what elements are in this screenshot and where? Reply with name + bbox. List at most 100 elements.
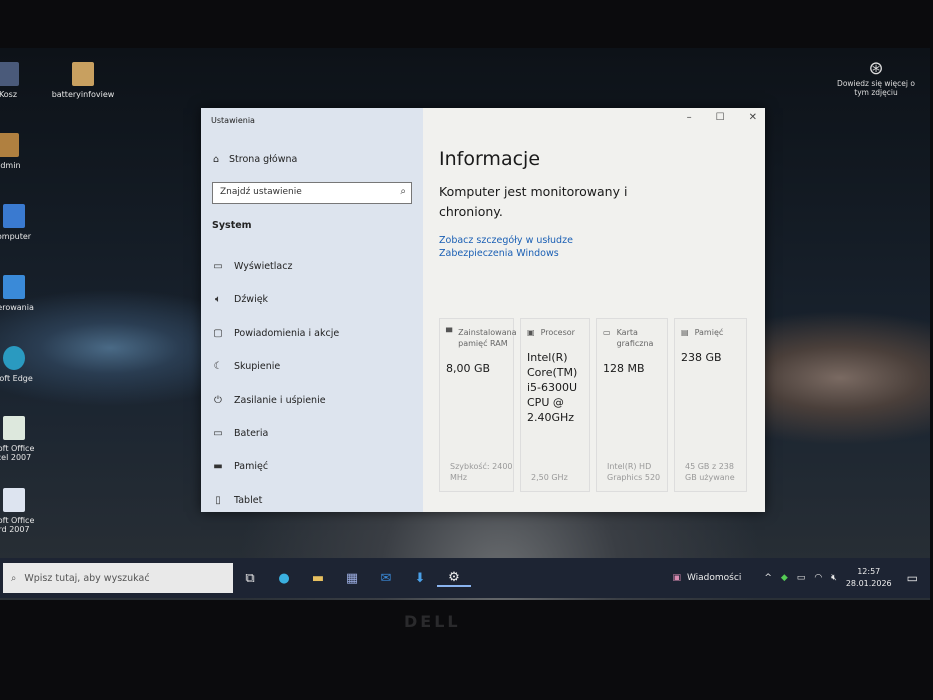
card-label: Karta graficzna bbox=[616, 328, 654, 348]
home-icon: ⌂ bbox=[213, 154, 220, 165]
search-placeholder: Wpisz tutaj, aby wyszukać bbox=[24, 572, 150, 584]
card-value: 238 GB bbox=[681, 351, 722, 364]
chevron-up-icon[interactable]: ^ bbox=[764, 573, 772, 583]
storage-icon: ▬ bbox=[213, 461, 223, 472]
card-footer: Szybkość: 2400 MHz bbox=[450, 462, 513, 482]
processor-icon: ▣ bbox=[527, 328, 535, 337]
search-icon: ⌕ bbox=[11, 572, 17, 584]
battery-icon[interactable]: ▭ bbox=[797, 573, 806, 583]
clock[interactable]: 12:57 28.01.2026 bbox=[846, 566, 892, 590]
desktop-icon-recycle-bin[interactable]: Kosz bbox=[0, 62, 48, 99]
icon-label: soft Office rd 2007 bbox=[0, 516, 35, 534]
taskbar-search-input[interactable]: ⌕ Wpisz tutaj, aby wyszukać bbox=[3, 563, 233, 593]
maximize-button[interactable]: ☐ bbox=[716, 112, 725, 123]
storage-icon: ▤ bbox=[681, 328, 689, 337]
file-explorer-button[interactable]: ▬ bbox=[301, 571, 335, 586]
settings-sidebar: Ustawienia ⌂ Strona główna Znajdź ustawie… bbox=[201, 108, 423, 512]
icon-label: soft Edge bbox=[0, 374, 33, 383]
home-label: Strona główna bbox=[229, 154, 298, 165]
processor-card: ▣ Procesor Intel(R) Core(TM) i5-6300U CPU … bbox=[520, 318, 590, 492]
wifi-icon[interactable]: ◠ bbox=[814, 573, 822, 583]
card-label: Pamięć bbox=[694, 328, 724, 337]
card-value: 128 MB bbox=[603, 362, 645, 375]
store-button[interactable]: ▦ bbox=[335, 571, 369, 586]
card-footer: 2,50 GHz bbox=[531, 473, 568, 482]
search-placeholder: Znajdź ustawienie bbox=[220, 187, 302, 197]
desktop-icon-control-panel[interactable]: terowania bbox=[0, 275, 54, 312]
desktop-icon-computer[interactable]: omputer bbox=[0, 204, 54, 241]
news-widget[interactable]: ▣ Wiadomości bbox=[672, 573, 741, 583]
spotlight-label: Dowiedz się więcej o tym zdjęciu bbox=[837, 79, 915, 97]
card-value: Intel(R) Core(TM) i5-6300U CPU @ 2.40GHz bbox=[527, 351, 578, 424]
security-details-link[interactable]: Zobacz szczegóły w usłudze Zabezpieczeni… bbox=[439, 234, 649, 260]
nav-label: Bateria bbox=[234, 428, 269, 439]
graphics-card: ▭ Karta graficzna 128 MB Intel(R) HD Graphi… bbox=[596, 318, 668, 492]
desktop-icon-excel[interactable]: soft Office cel 2007 bbox=[0, 416, 54, 462]
storage-card: ▤ Pamięć 238 GB 45 GB z 238 GB używane bbox=[674, 318, 747, 492]
nav-item-battery[interactable]: ▭ Bateria bbox=[212, 428, 268, 439]
desktop-icon-word[interactable]: soft Office rd 2007 bbox=[0, 488, 54, 534]
news-icon: ▣ bbox=[672, 573, 681, 583]
speaker-muted-icon[interactable]: 🔇︎ bbox=[831, 573, 837, 583]
defender-icon[interactable]: ◆ bbox=[781, 573, 788, 583]
desktop-icon-admin[interactable]: admin bbox=[0, 133, 48, 170]
settings-search-input[interactable]: Znajdź ustawienie ⌕ bbox=[212, 182, 412, 204]
icon-label: omputer bbox=[0, 232, 32, 241]
time: 12:57 bbox=[857, 567, 881, 576]
protection-status: Komputer jest monitorowany i chroniony. bbox=[439, 184, 628, 219]
nav-item-display[interactable]: ▭ Wyświetlacz bbox=[212, 261, 292, 272]
tablet-icon: ▯ bbox=[215, 495, 221, 506]
section-heading: System bbox=[212, 220, 252, 231]
speaker-icon: 🔈︎ bbox=[215, 294, 221, 305]
nav-item-notifications[interactable]: ▢ Powiadomienia i akcje bbox=[212, 328, 339, 339]
graphics-card-icon: ▭ bbox=[603, 328, 611, 337]
nav-label: Wyświetlacz bbox=[234, 261, 293, 272]
task-view-button[interactable]: ⧉ bbox=[233, 571, 267, 586]
power-icon: ⏻ bbox=[214, 395, 222, 406]
nav-label: Tablet bbox=[234, 495, 263, 506]
icon-label: terowania bbox=[0, 303, 34, 312]
icon-label: batteryinfoview bbox=[51, 90, 115, 99]
card-value: 8,00 GB bbox=[446, 362, 491, 375]
settings-window: Ustawienia ⌂ Strona główna Znajdź ustawie… bbox=[201, 108, 765, 512]
settings-content: – ☐ ✕ Informacje Komputer jest monitorowan… bbox=[423, 108, 765, 512]
nav-item-focus[interactable]: ☾ Skupienie bbox=[212, 361, 281, 372]
close-button[interactable]: ✕ bbox=[749, 112, 757, 123]
spotlight-hint[interactable]: ⊛ Dowiedz się więcej o tym zdjęciu bbox=[836, 58, 916, 97]
moon-icon: ☾ bbox=[213, 361, 223, 372]
card-footer: Intel(R) HD Graphics 520 bbox=[607, 462, 661, 482]
battery-icon: ▭ bbox=[213, 428, 223, 439]
page-title: Informacje bbox=[439, 148, 541, 170]
nav-label: Pamięć bbox=[234, 461, 269, 472]
nav-label: Zasilanie i uśpienie bbox=[234, 395, 326, 406]
home-link[interactable]: ⌂ Strona główna bbox=[213, 154, 297, 165]
nav-label: Powiadomienia i akcje bbox=[234, 328, 340, 339]
camera-icon: ⊛ bbox=[868, 58, 884, 79]
nav-label: Dźwięk bbox=[234, 294, 269, 305]
icon-label: admin bbox=[0, 161, 21, 170]
nav-item-tablet[interactable]: ▯ Tablet bbox=[212, 495, 262, 506]
action-center-icon[interactable]: ▭ bbox=[907, 571, 918, 585]
outlook-button[interactable]: ✉ bbox=[369, 571, 403, 586]
edge-taskbar-button[interactable]: ● bbox=[267, 571, 301, 586]
card-label: Procesor bbox=[540, 328, 575, 337]
minimize-button[interactable]: – bbox=[687, 112, 692, 123]
date: 28.01.2026 bbox=[845, 579, 892, 588]
icon-label: Kosz bbox=[0, 90, 18, 99]
nav-item-storage[interactable]: ▬ Pamięć bbox=[212, 461, 268, 472]
settings-taskbar-button[interactable]: ⚙ bbox=[437, 570, 471, 587]
notification-icon: ▢ bbox=[213, 328, 223, 339]
nav-item-sound[interactable]: 🔈︎ Dźwięk bbox=[212, 294, 268, 305]
window-title: Ustawienia bbox=[211, 116, 255, 125]
desktop-icon-edge[interactable]: soft Edge bbox=[0, 346, 54, 383]
nav-item-power[interactable]: ⏻ Zasilanie i uśpienie bbox=[212, 395, 326, 406]
taskbar: ⌕ Wpisz tutaj, aby wyszukać ⧉ ● ▬ ▦ ✉ ⬇ ⚙… bbox=[0, 558, 930, 598]
desktop-icon-batteryinfoview[interactable]: batteryinfoview bbox=[43, 62, 123, 99]
news-label: Wiadomości bbox=[686, 573, 742, 583]
icon-label: soft Office cel 2007 bbox=[0, 444, 35, 462]
monitor-icon: ▭ bbox=[213, 261, 223, 272]
app-button[interactable]: ⬇ bbox=[403, 571, 437, 586]
screen: Kosz batteryinfoview admin omputer terow… bbox=[0, 48, 930, 600]
ram-icon: ▀ bbox=[446, 328, 453, 337]
ram-card: ▀ Zainstalowana pamięć RAM 8,00 GB Szybkość… bbox=[439, 318, 517, 492]
